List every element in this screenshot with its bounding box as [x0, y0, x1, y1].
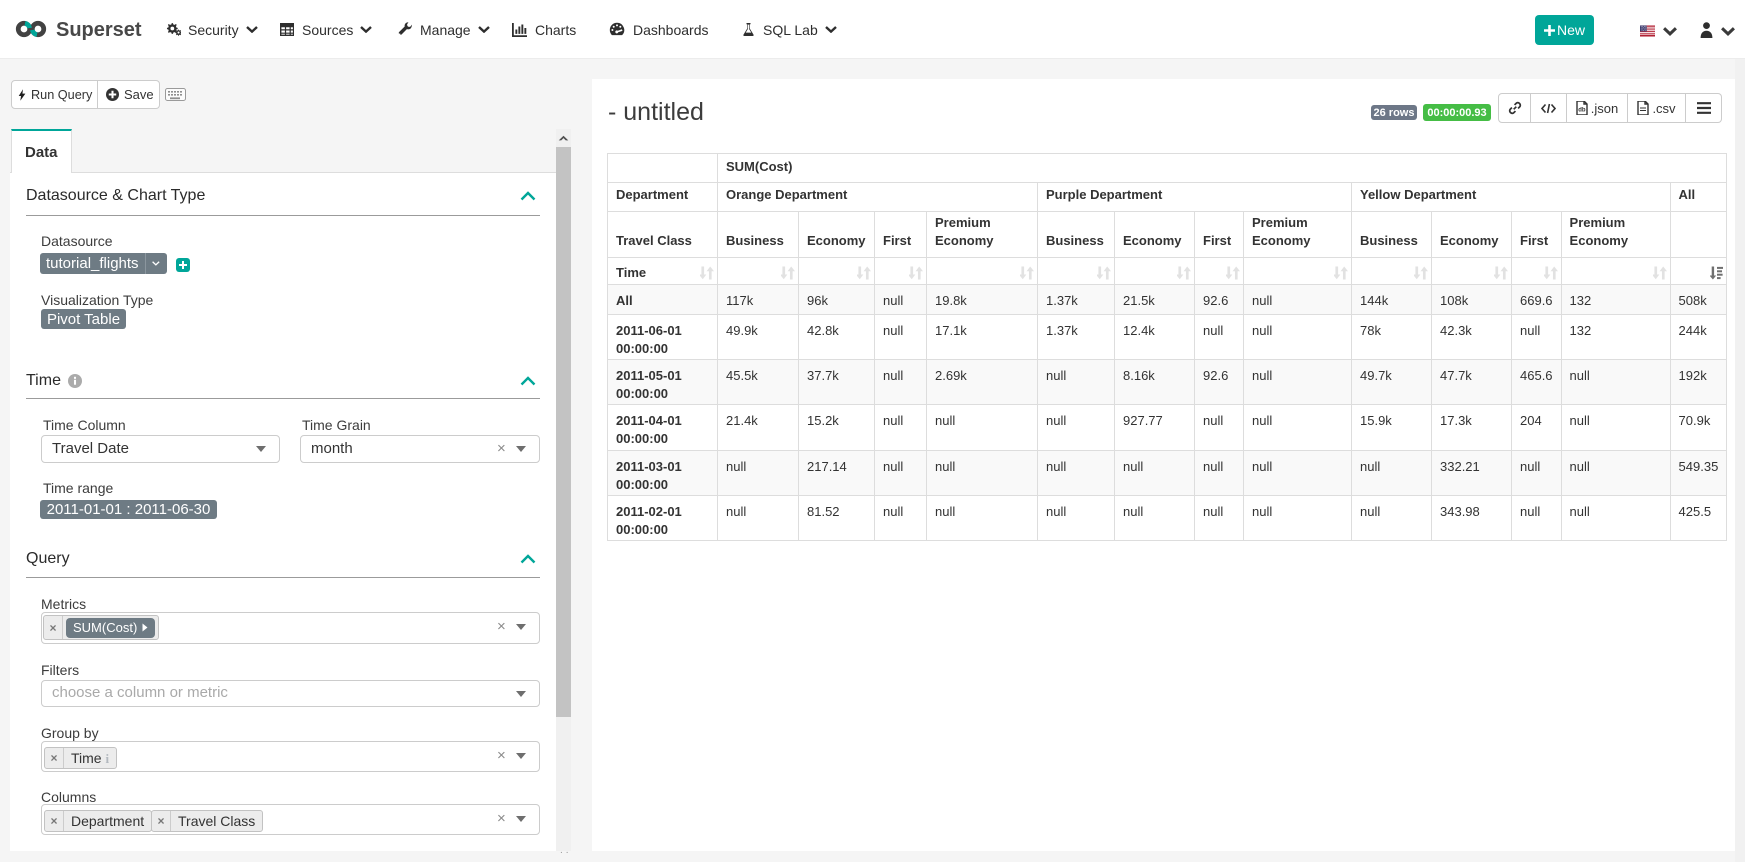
svg-text:db: db — [1578, 108, 1586, 114]
